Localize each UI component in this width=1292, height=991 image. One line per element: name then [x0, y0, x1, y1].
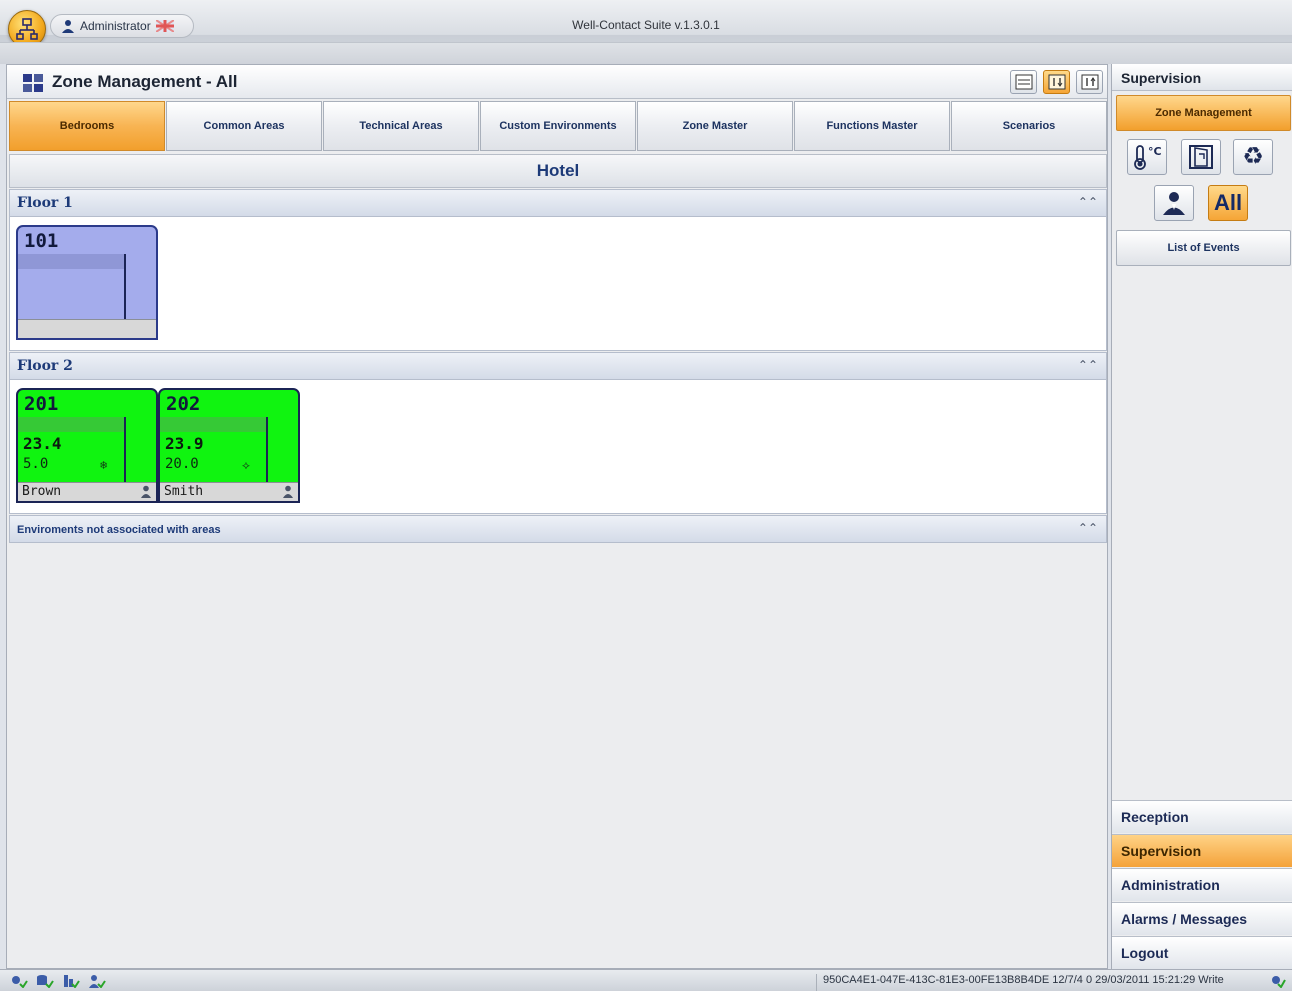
- ribbon-strip: [0, 42, 1292, 64]
- room-tile-202[interactable]: 202 23.9 20.0 ⟡ Smith: [158, 388, 300, 503]
- page-title: Zone Management - All: [52, 72, 238, 91]
- room-tile-101[interactable]: 101: [16, 225, 158, 340]
- sort-ascending-button[interactable]: [1043, 70, 1070, 94]
- nav-supervision[interactable]: Supervision: [1112, 834, 1292, 867]
- filter-door-button[interactable]: [1181, 139, 1221, 175]
- room-number: 202: [166, 393, 201, 415]
- room-footer: [18, 319, 156, 338]
- room-tile-201[interactable]: 201 23.4 5.0 ❄ Brown: [16, 388, 158, 503]
- zone-tabs: Bedrooms Common Areas Technical Areas Cu…: [9, 101, 1107, 151]
- guest-name: Smith: [164, 484, 204, 499]
- tab-custom-environments[interactable]: Custom Environments: [480, 101, 636, 151]
- zone-management-panel: Zone Management - All Bedrooms Common Ar…: [6, 64, 1108, 969]
- thermometer-icon: °C: [1134, 145, 1162, 170]
- room-temperature: 23.4: [23, 434, 62, 453]
- room-side: [124, 417, 156, 482]
- sort-ascending-icon: [1048, 74, 1065, 90]
- collapse-icon[interactable]: ⌃⌃: [1078, 358, 1098, 372]
- tab-scenarios[interactable]: Scenarios: [951, 101, 1107, 151]
- user-status-icon: [89, 975, 106, 988]
- guest-name: Brown: [22, 484, 62, 499]
- guest-icon: [283, 485, 293, 498]
- tab-zone-master[interactable]: Zone Master: [637, 101, 793, 151]
- group-label: Floor 2: [17, 358, 73, 374]
- guest-icon: [1163, 192, 1185, 215]
- nav-logout[interactable]: Logout: [1112, 936, 1292, 969]
- nav-alarms-messages[interactable]: Alarms / Messages: [1112, 902, 1292, 935]
- guest-icon: [141, 485, 151, 498]
- title-bar: Administrator Well-Contact Suite v.1.3.0…: [0, 0, 1292, 64]
- group-header-floor-1[interactable]: Floor 1 ⌃⌃: [9, 189, 1107, 217]
- room-setpoint: 20.0: [165, 456, 199, 472]
- number-name-icon: [1015, 74, 1032, 90]
- collapse-icon[interactable]: ⌃⌃: [1078, 195, 1098, 209]
- group-header-floor-2[interactable]: Floor 2 ⌃⌃: [9, 352, 1107, 380]
- group-header-unassociated[interactable]: Enviroments not associated with areas ⌃⌃: [9, 515, 1107, 543]
- tab-functions-master[interactable]: Functions Master: [794, 101, 950, 151]
- sync-status-icon: [1272, 976, 1286, 988]
- group-label: Enviroments not associated with areas: [17, 524, 221, 536]
- nav-administration[interactable]: Administration: [1112, 868, 1292, 901]
- nav-reception[interactable]: Reception: [1112, 800, 1292, 833]
- filter-recycle-button[interactable]: ♻: [1233, 139, 1273, 175]
- filter-guest-button[interactable]: [1154, 185, 1194, 221]
- view-number-name-button[interactable]: [1010, 70, 1037, 94]
- group-body-floor-2: 201 23.4 5.0 ❄ Brown 202 23.9 20.0 ⟡ Smi…: [9, 380, 1107, 514]
- auto-mode-icon: ⟡: [242, 458, 250, 472]
- room-body: [18, 269, 124, 319]
- snowflake-icon: ❄: [100, 458, 108, 472]
- database-status-icon: [37, 975, 54, 988]
- zone-header: Zone Management - All: [7, 65, 1107, 99]
- device-status-icon: [64, 975, 80, 988]
- status-icons: [10, 974, 106, 988]
- filter-temperature-button[interactable]: °C: [1127, 139, 1167, 175]
- zone-management-button[interactable]: Zone Management: [1116, 95, 1291, 131]
- list-of-events-button[interactable]: List of Events: [1116, 230, 1291, 266]
- grid-icon: [23, 74, 43, 92]
- status-bar: 950CA4E1-047E-413C-81E3-00FE13B8B4DE 12/…: [0, 969, 1292, 991]
- recycle-icon: ♻: [1242, 143, 1264, 170]
- status-text: 950CA4E1-047E-413C-81E3-00FE13B8B4DE 12/…: [816, 974, 1286, 991]
- sidebar: Supervision Zone Management °C ♻ All Lis…: [1111, 64, 1292, 969]
- door-icon: [1189, 145, 1213, 169]
- room-setpoint: 5.0: [23, 456, 49, 472]
- room-temperature: 23.9: [165, 434, 204, 453]
- area-header: Hotel: [9, 154, 1107, 188]
- filter-all-label: All: [1213, 190, 1243, 215]
- sidebar-title: Supervision: [1112, 64, 1292, 91]
- sort-descending-icon: [1081, 74, 1098, 90]
- sort-descending-button[interactable]: [1076, 70, 1103, 94]
- tab-common-areas[interactable]: Common Areas: [166, 101, 322, 151]
- group-label: Floor 1: [17, 195, 73, 211]
- room-number: 201: [24, 393, 59, 415]
- group-body-floor-1: 101: [9, 217, 1107, 351]
- tab-bedrooms[interactable]: Bedrooms: [9, 101, 165, 151]
- filter-all-button[interactable]: All: [1208, 185, 1248, 221]
- tab-technical-areas[interactable]: Technical Areas: [323, 101, 479, 151]
- room-side: [266, 417, 298, 482]
- svg-text:°C: °C: [1148, 145, 1162, 158]
- window-title: Well-Contact Suite v.1.3.0.1: [572, 18, 720, 32]
- network-status-icon: [12, 976, 28, 988]
- collapse-icon[interactable]: ⌃⌃: [1078, 521, 1098, 535]
- room-side: [124, 254, 156, 319]
- room-number: 101: [24, 230, 59, 252]
